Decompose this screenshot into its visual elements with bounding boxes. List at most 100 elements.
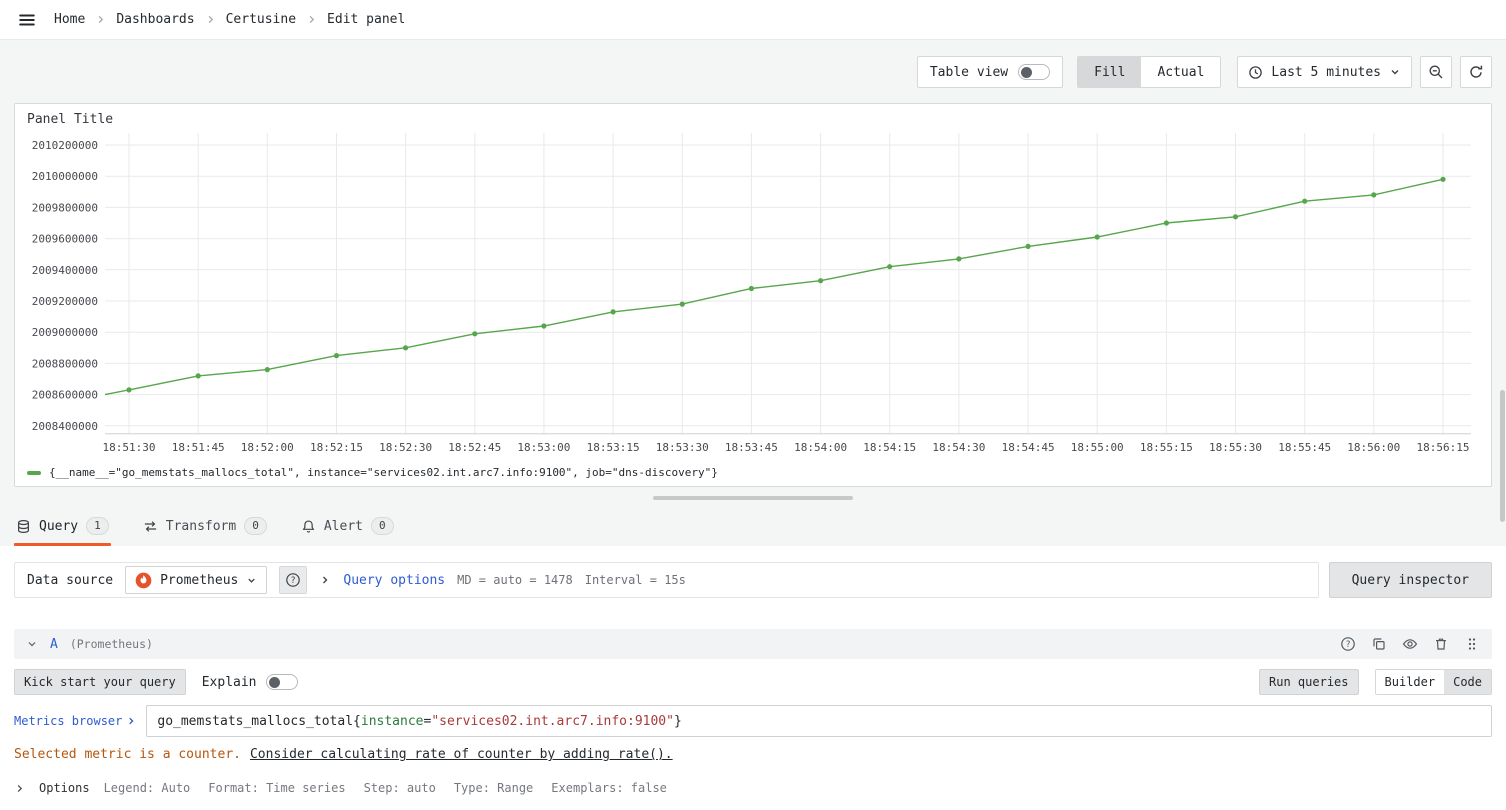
time-range-label: Last 5 minutes xyxy=(1271,64,1381,80)
builder-button[interactable]: Builder xyxy=(1376,670,1445,694)
svg-text:2009200000: 2009200000 xyxy=(32,295,98,308)
options-exemplars: Exemplars: false xyxy=(551,781,667,795)
svg-text:2010200000: 2010200000 xyxy=(32,139,98,152)
query-options-link[interactable]: Query options xyxy=(343,573,445,588)
run-queries-button[interactable]: Run queries xyxy=(1259,669,1359,695)
help-circle-icon[interactable]: ? xyxy=(1340,636,1356,652)
magnifier-minus-icon xyxy=(1428,64,1444,80)
tab-transform[interactable]: Transform 0 xyxy=(141,517,269,546)
svg-text:2009600000: 2009600000 xyxy=(32,233,98,246)
scrollbar-thumb[interactable] xyxy=(1500,390,1505,522)
panel-edit-toolbar: Table view Fill Actual Last 5 minutes xyxy=(0,40,1506,103)
metrics-browser-label: Metrics browser xyxy=(14,714,123,728)
svg-text:2009000000: 2009000000 xyxy=(32,326,98,339)
options-step: Step: auto xyxy=(363,781,436,795)
svg-text:2009400000: 2009400000 xyxy=(32,264,98,277)
expression-token: = xyxy=(423,713,432,729)
warning-text: Selected metric is a counter. xyxy=(14,747,241,762)
query-actions-row: Kick start your query Explain Run querie… xyxy=(14,669,1492,695)
options-collapsible[interactable]: Options Legend: Auto Format: Time series… xyxy=(14,781,1492,795)
bell-icon xyxy=(301,519,316,534)
refresh-button[interactable] xyxy=(1460,56,1492,88)
options-format: Format: Time series xyxy=(208,781,346,795)
zoom-out-button[interactable] xyxy=(1420,56,1452,88)
datasource-picker[interactable]: Prometheus xyxy=(125,566,268,594)
svg-text:2009800000: 2009800000 xyxy=(32,201,98,214)
options-type: Type: Range xyxy=(453,781,534,795)
expression-token-label: instance xyxy=(360,713,424,729)
trash-icon[interactable] xyxy=(1433,636,1449,652)
svg-text:18:51:45: 18:51:45 xyxy=(172,441,225,454)
table-view-toggle[interactable] xyxy=(1018,64,1051,80)
eye-icon[interactable] xyxy=(1402,636,1418,652)
chevron-right-icon xyxy=(126,716,136,726)
legend-series-swatch xyxy=(27,470,41,475)
tab-query[interactable]: Query 1 xyxy=(14,517,111,546)
expression-row: Metrics browser go_memstats_mallocs_tota… xyxy=(14,705,1492,737)
table-view-label: Table view xyxy=(929,64,1009,80)
svg-text:18:52:45: 18:52:45 xyxy=(448,441,501,454)
chevron-right-icon[interactable] xyxy=(319,574,331,586)
drag-handle-icon[interactable] xyxy=(1464,636,1480,652)
fill-button[interactable]: Fill xyxy=(1078,57,1142,87)
chevron-right-icon xyxy=(95,14,106,25)
time-series-chart[interactable]: 2010200000 2010000000 2009800000 2009600000… xyxy=(15,131,1491,465)
fill-actual-switch: Fill Actual xyxy=(1077,56,1222,88)
database-icon xyxy=(16,519,31,534)
panel-title: Panel Title xyxy=(27,112,114,127)
svg-text:?: ? xyxy=(291,576,296,586)
datasource-label: Data source xyxy=(27,572,114,588)
svg-text:18:52:00: 18:52:00 xyxy=(241,441,294,454)
tab-alert-label: Alert xyxy=(323,518,363,534)
duplicate-icon[interactable] xyxy=(1371,636,1387,652)
actual-button[interactable]: Actual xyxy=(1141,57,1220,87)
datasource-help-button[interactable]: ? xyxy=(279,566,308,594)
svg-text:18:55:00: 18:55:00 xyxy=(1071,441,1124,454)
warning-rate-link[interactable]: Consider calculating rate of counter by … xyxy=(250,747,673,762)
query-editor: Data source Prometheus ? Query options M… xyxy=(0,546,1506,810)
svg-text:18:53:15: 18:53:15 xyxy=(587,441,640,454)
page-scrollbar[interactable] xyxy=(1500,0,1505,810)
query-row-actions: ? xyxy=(1340,636,1480,652)
svg-text:18:53:45: 18:53:45 xyxy=(725,441,778,454)
metrics-browser-link[interactable]: Metrics browser xyxy=(14,714,136,728)
explain-toggle[interactable] xyxy=(265,674,298,690)
explain-label: Explain xyxy=(201,674,257,690)
breadcrumb-home[interactable]: Home xyxy=(54,12,85,27)
kick-start-button[interactable]: Kick start your query xyxy=(14,669,186,695)
svg-text:?: ? xyxy=(1345,640,1350,650)
svg-text:18:54:15: 18:54:15 xyxy=(863,441,916,454)
query-inspector-button[interactable]: Query inspector xyxy=(1328,562,1492,598)
svg-text:18:56:00: 18:56:00 xyxy=(1347,441,1400,454)
query-row-header[interactable]: A (Prometheus) ? xyxy=(14,629,1492,659)
svg-text:2010000000: 2010000000 xyxy=(32,170,98,183)
chart-legend[interactable]: {__name__="go_memstats_mallocs_total", i… xyxy=(15,465,1491,479)
breadcrumb: Home Dashboards Certusine Edit panel xyxy=(54,12,405,27)
tab-alert[interactable]: Alert 0 xyxy=(299,517,396,546)
breadcrumb-dashboard-name[interactable]: Certusine xyxy=(226,12,296,27)
svg-text:18:55:45: 18:55:45 xyxy=(1278,441,1331,454)
collapse-chevron-icon[interactable] xyxy=(26,638,38,650)
svg-text:18:53:00: 18:53:00 xyxy=(517,441,570,454)
breadcrumb-edit-panel[interactable]: Edit panel xyxy=(327,12,405,27)
tab-alert-count: 0 xyxy=(370,517,394,535)
query-expression-input[interactable]: go_memstats_mallocs_total{instance = "serv… xyxy=(146,705,1492,737)
menu-icon[interactable] xyxy=(16,9,38,31)
builder-code-switch: Builder Code xyxy=(1374,669,1492,695)
code-button[interactable]: Code xyxy=(1444,670,1491,694)
svg-text:2008400000: 2008400000 xyxy=(32,420,98,433)
transform-icon xyxy=(143,519,158,534)
time-range-picker[interactable]: Last 5 minutes xyxy=(1237,56,1412,88)
panel-resize-handle[interactable] xyxy=(653,496,853,500)
svg-text:18:51:30: 18:51:30 xyxy=(103,441,156,454)
svg-text:18:52:30: 18:52:30 xyxy=(379,441,432,454)
query-datasource-hint: (Prometheus) xyxy=(69,637,153,651)
svg-text:18:54:45: 18:54:45 xyxy=(1002,441,1055,454)
svg-text:18:52:15: 18:52:15 xyxy=(310,441,363,454)
options-legend: Legend: Auto xyxy=(103,781,191,795)
datasource-container: Data source Prometheus ? Query options M… xyxy=(14,562,1319,598)
chevron-down-icon xyxy=(246,575,257,586)
expression-token: go_memstats_mallocs_total{ xyxy=(157,713,361,729)
breadcrumb-dashboards[interactable]: Dashboards xyxy=(116,12,194,27)
svg-text:18:53:30: 18:53:30 xyxy=(656,441,709,454)
